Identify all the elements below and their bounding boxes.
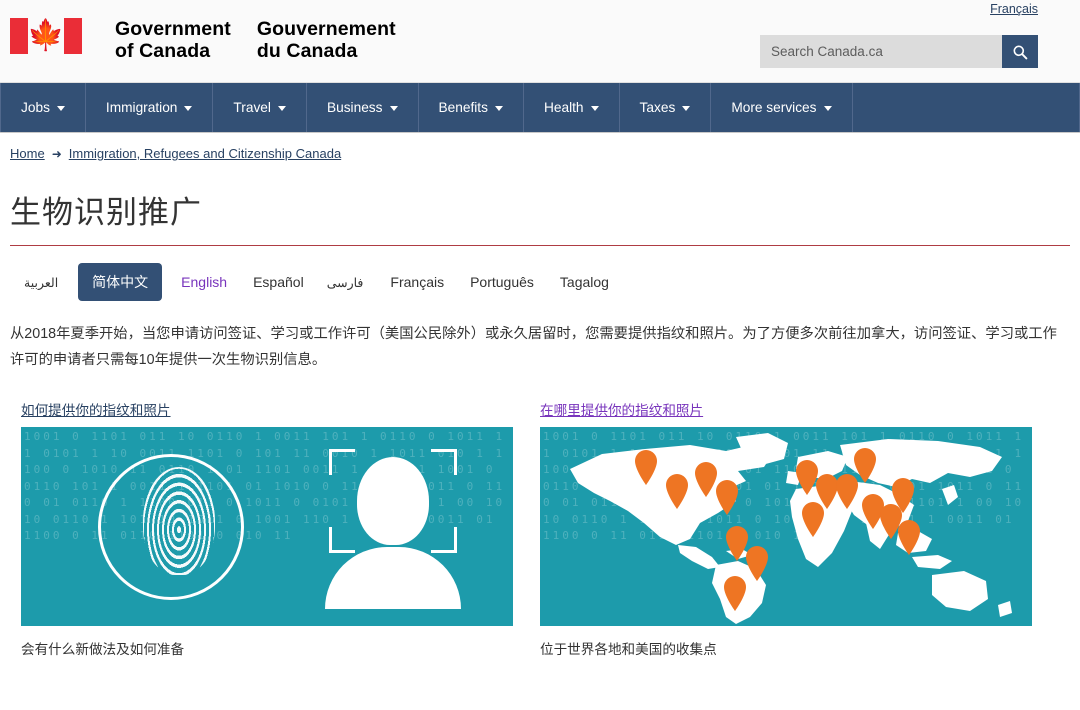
chevron-down-icon [56, 106, 65, 111]
breadcrumb-item-home[interactable]: Home [10, 146, 45, 161]
person-shoulders [325, 547, 461, 609]
lang-tab-farsi[interactable]: فارسی [317, 268, 378, 297]
nav-item-health[interactable]: Health [524, 83, 620, 132]
title-divider [10, 245, 1070, 246]
lang-tab-english[interactable]: English [168, 267, 240, 297]
chevron-down-icon [823, 106, 832, 111]
wordmark-english: Government of Canada [115, 18, 231, 62]
flag-band-right [64, 18, 82, 54]
frame-corner-bottom-right [431, 527, 457, 553]
lang-tab-spanish[interactable]: Español [240, 267, 317, 297]
maple-leaf-icon: 🍁 [27, 19, 65, 52]
search-button[interactable] [1002, 35, 1038, 68]
person-head [357, 457, 429, 545]
nav-item-benefits[interactable]: Benefits [419, 83, 524, 132]
lang-tab-tagalog[interactable]: Tagalog [547, 267, 622, 297]
nav-item-immigration[interactable]: Immigration [86, 83, 214, 132]
nav-item-taxes[interactable]: Taxes [620, 83, 712, 132]
language-toggle-link[interactable]: Français [990, 2, 1038, 16]
card-caption-where: 位于世界各地和美国的收集点 [540, 642, 717, 657]
fingerprint-icon [143, 467, 215, 575]
flag-band-left [10, 18, 28, 54]
chevron-down-icon [184, 106, 193, 111]
page-title: 生物识别推广 [10, 195, 202, 231]
chevron-down-icon [682, 106, 691, 111]
breadcrumb-arrow-icon: ➜ [51, 146, 62, 161]
lang-tab-simplified-chinese[interactable]: 简体中文 [78, 263, 163, 301]
nav-spacer [853, 83, 1080, 132]
frame-corner-top-left [329, 449, 355, 475]
wordmark-french: Gouvernement du Canada [256, 18, 396, 62]
breadcrumb: Home ➜ Immigration, Refugees and Citizen… [0, 133, 1080, 161]
frame-corner-top-right [431, 449, 457, 475]
lang-tab-portuguese[interactable]: Português [457, 267, 547, 297]
chevron-down-icon [389, 106, 398, 111]
main-navigation: Jobs Immigration Travel Business Benefit… [0, 83, 1080, 133]
world-map-collection-points-image: 1001 0 1101 011 10 0110 1 0011 101 1 011… [540, 427, 1032, 626]
chevron-down-icon [494, 106, 503, 111]
card-link-how[interactable]: 如何提供你的指纹和照片 [21, 399, 171, 419]
lang-tab-arabic[interactable]: العربية [14, 268, 72, 297]
card-list: 如何提供你的指纹和照片 1001 0 1101 011 10 0110 1 00… [21, 399, 1080, 658]
canada-flag-logo: 🍁 [10, 18, 82, 54]
wordmark: Government of Canada Gouvernement du Can… [115, 18, 396, 62]
face-recognition-icon [307, 449, 477, 609]
intro-paragraph: 从2018年夏季开始，当您申请访问签证、学习或工作许可（美国公民除外）或永久居留… [10, 326, 1057, 368]
card-caption-how: 会有什么新做法及如何准备 [21, 642, 185, 657]
search-input[interactable] [760, 35, 1002, 68]
world-map-graphic [570, 433, 1012, 624]
language-tabs: العربية 简体中文 English Español فارسی Franç… [14, 263, 1080, 301]
frame-corner-bottom-left [329, 527, 355, 553]
nav-item-travel[interactable]: Travel [213, 83, 307, 132]
card-link-where[interactable]: 在哪里提供你的指纹和照片 [540, 399, 703, 419]
site-search [760, 35, 1038, 68]
chevron-down-icon [277, 106, 286, 111]
chevron-down-icon [590, 106, 599, 111]
biometrics-fingerprint-face-image: 1001 0 1101 011 10 0110 1 0011 101 1 011… [21, 427, 513, 626]
search-icon [1013, 45, 1028, 59]
global-header: Français 🍁 Government of Canada Gouverne… [0, 0, 1080, 83]
nav-item-more-services[interactable]: More services [711, 83, 853, 132]
breadcrumb-item-ircc[interactable]: Immigration, Refugees and Citizenship Ca… [69, 146, 341, 161]
nav-item-business[interactable]: Business [307, 83, 419, 132]
lang-tab-french[interactable]: Français [377, 267, 457, 297]
card-where-to-give-biometrics: 在哪里提供你的指纹和照片 1001 0 1101 011 10 0110 1 0… [540, 399, 1032, 658]
nav-item-jobs[interactable]: Jobs [0, 83, 86, 132]
card-how-to-give-biometrics: 如何提供你的指纹和照片 1001 0 1101 011 10 0110 1 00… [21, 399, 513, 658]
